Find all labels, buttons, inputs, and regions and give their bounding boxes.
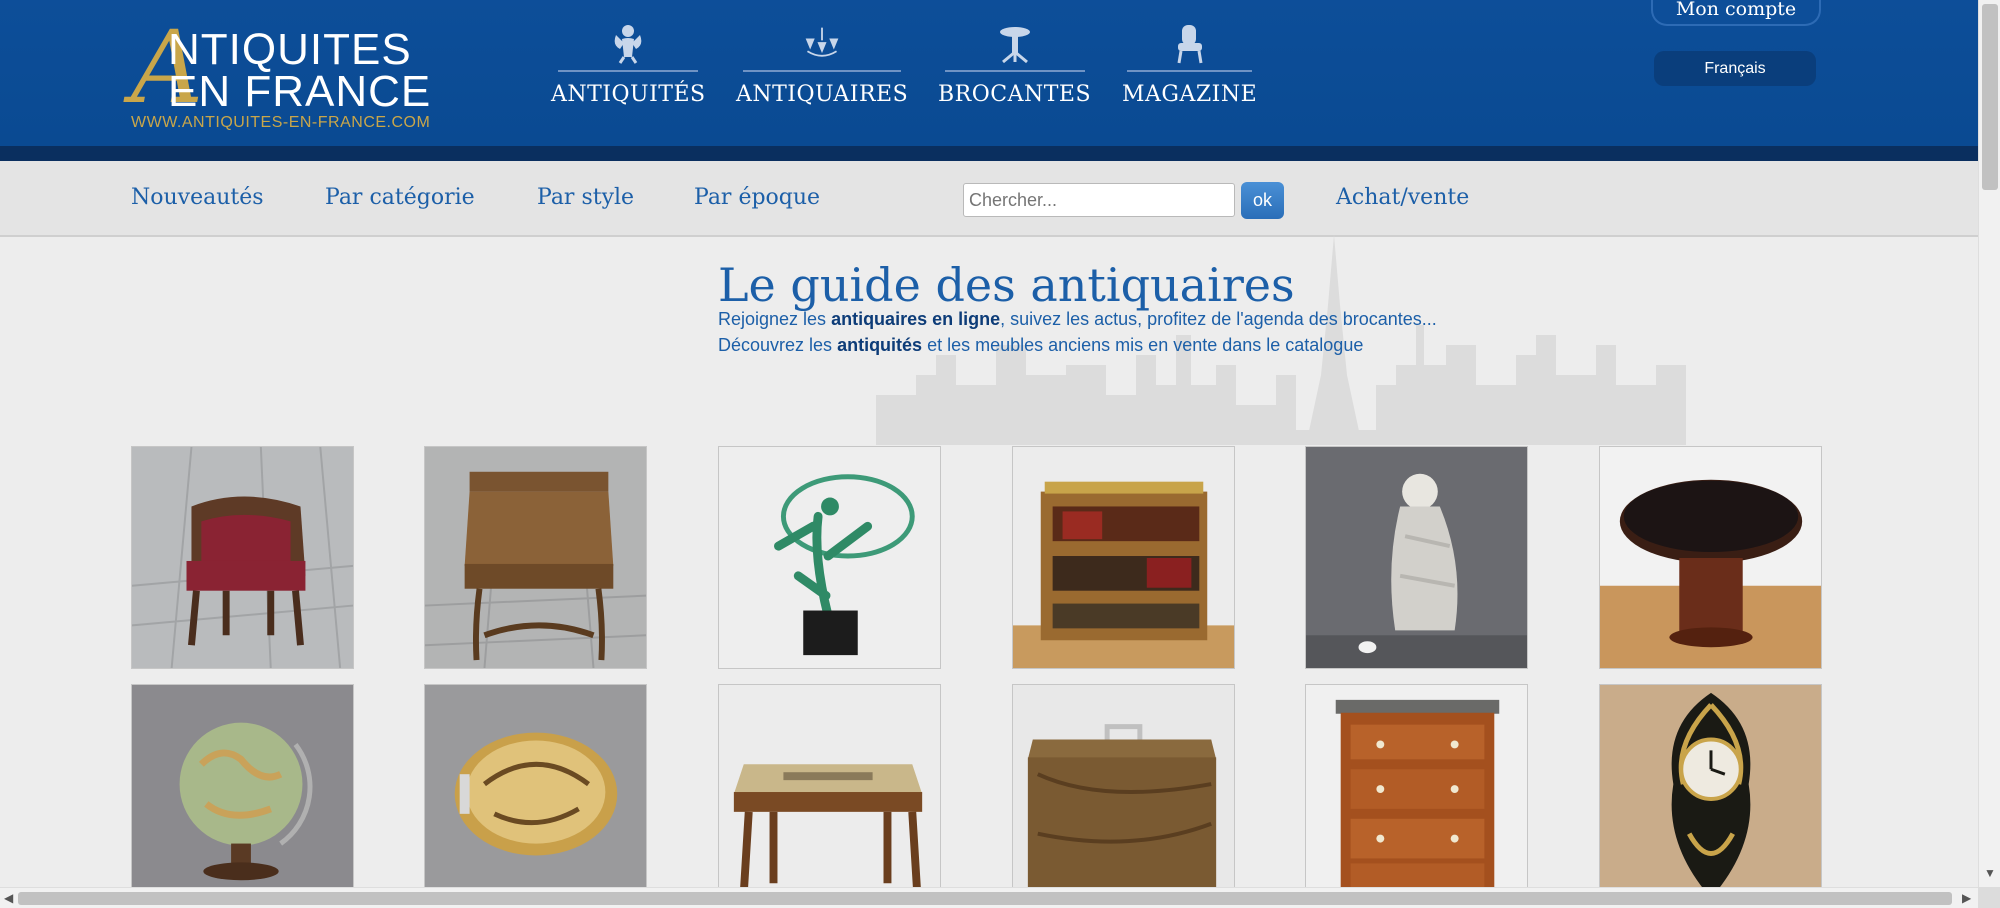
intro-text: Découvrez les [718,335,838,355]
product-thumbnail-armchair[interactable] [131,446,354,669]
intro-line-2: Découvrez les antiquités et les meubles … [718,335,1363,356]
nav-antiquites[interactable]: ANTIQUITÉS [551,22,706,107]
nav-link-nouveautes[interactable]: Nouveautés [131,185,264,210]
logo-url: WWW.ANTIQUITES-EN-FRANCE.COM [131,114,431,131]
intro-text: , suivez les actus, profitez de l'agenda… [1000,309,1437,329]
nav-divider [1127,70,1253,72]
chair-icon [1170,22,1210,66]
pedestal-table-icon [995,22,1035,66]
nav-label: MAGAZINE [1122,82,1258,107]
search-input[interactable] [963,183,1235,217]
nav-link-par-epoque[interactable]: Par époque [694,185,820,210]
page-title: Le guide des antiquaires [718,258,1295,312]
nav-magazine[interactable]: MAGAZINE [1122,22,1257,107]
nav-divider [944,70,1085,72]
nav-divider [743,70,902,72]
logo-line-1: NTIQUITES [168,25,412,74]
logo-line-2: EN FRANCE [168,67,432,116]
product-thumbnail-snuff-box[interactable] [424,684,647,907]
intro-text: Rejoignez les [718,309,832,329]
horizontal-scrollbar[interactable]: ◀ ▶ [0,887,1978,908]
nav-label: ANTIQUITÉS [551,82,706,107]
nav-link-par-style[interactable]: Par style [537,185,634,210]
site-header: A NTIQUITES EN FRANCE WWW.ANTIQUITES-EN-… [0,0,1978,146]
cherub-icon [608,22,648,66]
intro-link-antiquites[interactable]: antiquités [837,335,922,355]
scroll-right-arrow-icon[interactable]: ▶ [1962,891,1971,905]
my-account-button[interactable]: Mon compte [1651,0,1821,26]
scrollbar-corner [1978,887,2000,908]
nav-link-par-categorie[interactable]: Par catégorie [325,185,475,210]
product-thumbnail-bronze-dancer[interactable] [718,446,941,669]
nav-label: ANTIQUAIRES [736,82,909,107]
vertical-scrollbar[interactable]: ▼ [1978,0,2000,887]
nav-antiquaires[interactable]: ANTIQUAIRES [736,22,908,107]
intro-link-antiquaires[interactable]: antiquaires en ligne [831,309,1000,329]
search-submit-button[interactable]: ok [1241,182,1284,219]
nav-link-achat-vente[interactable]: Achat/vente [1336,185,1469,210]
product-thumbnail-round-table[interactable] [1599,446,1822,669]
horizontal-scrollbar-thumb[interactable] [18,892,1952,905]
product-thumbnail-bookcase[interactable] [1012,446,1235,669]
scroll-down-arrow-icon[interactable]: ▼ [1984,866,1996,880]
scroll-left-arrow-icon[interactable]: ◀ [4,891,13,905]
product-thumbnail-wooden-box[interactable] [1012,684,1235,907]
product-thumbnail-chest-of-drawers[interactable] [1305,684,1528,907]
product-thumbnail-low-table[interactable] [718,684,941,907]
product-thumbnail-cartel-clock[interactable] [1599,684,1822,907]
site-logo[interactable]: A NTIQUITES EN FRANCE WWW.ANTIQUITES-EN-… [131,18,441,134]
product-thumbnail-writing-desk[interactable] [424,446,647,669]
nav-brocantes[interactable]: BROCANTES [938,22,1091,107]
secondary-nav: Nouveautés Par catégorie Par style Par é… [0,161,1978,237]
product-thumbnail-marble-sculpture[interactable] [1305,446,1528,669]
nav-label: BROCANTES [938,82,1092,107]
intro-line-1: Rejoignez les antiquaires en ligne, suiv… [718,309,1437,330]
intro-text: et les meubles anciens mis en vente dans… [922,335,1364,355]
header-bottom-band [0,146,1978,161]
nav-divider [558,70,699,72]
chandelier-icon [802,22,842,66]
product-thumbnail-globe[interactable] [131,684,354,907]
language-selector[interactable]: Français [1654,51,1816,86]
vertical-scrollbar-thumb[interactable] [1982,4,1998,190]
